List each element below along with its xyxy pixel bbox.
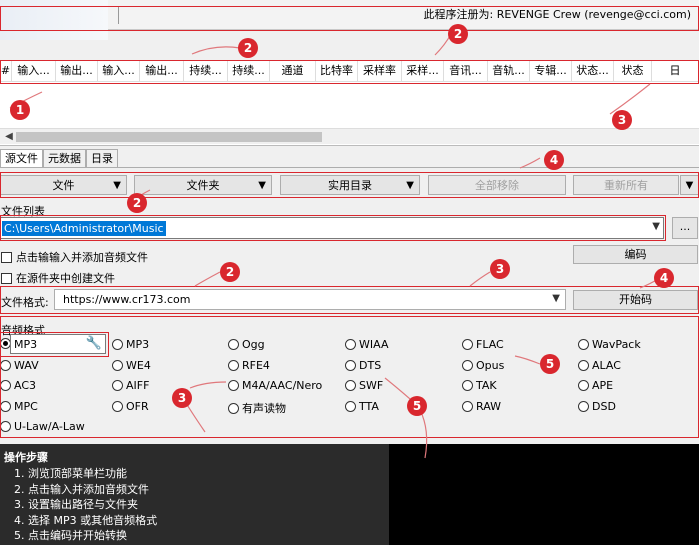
instruction-step: 4. 选择 MP3 或其他音频格式 <box>14 513 158 527</box>
tab-metadata[interactable]: 元数据 <box>43 149 86 167</box>
annotation-badge: 1 <box>10 100 30 120</box>
annotation-box-audio-formats <box>0 316 699 438</box>
annotation-badge: 2 <box>127 193 147 213</box>
instructions-panel: 操作步骤 1. 浏览顶部菜单栏功能 2. 点击输入并添加音频文件 3. 设置输出… <box>0 444 389 545</box>
tab-divider <box>0 167 699 168</box>
create-in-source-option[interactable]: 在源件夹中创建文件 <box>1 270 115 286</box>
annotation-box-title <box>0 6 699 31</box>
browse-button[interactable]: ... <box>672 217 698 239</box>
annotation-badge: 5 <box>407 396 427 416</box>
annotation-badge: 3 <box>172 388 192 408</box>
instruction-step: 3. 设置输出路径与文件夹 <box>14 498 138 511</box>
add-on-click-option[interactable]: 点击输输入并添加音频文件 <box>1 249 148 265</box>
annotation-badge: 3 <box>612 110 632 130</box>
annotation-box-buttons <box>0 172 699 198</box>
annotation-box-columns <box>0 60 699 84</box>
tab-source-files[interactable]: 源文件 <box>0 149 43 168</box>
dark-panel <box>389 444 699 545</box>
instruction-step: 5. 点击编码并开始转换 <box>14 529 127 542</box>
scrollbar-thumb[interactable] <box>16 132 322 142</box>
annotation-badge: 2 <box>220 262 240 282</box>
annotation-badge: 4 <box>544 150 564 170</box>
encode-button[interactable]: 编码 <box>573 245 698 264</box>
instructions-title: 操作步骤 <box>4 451 48 464</box>
annotation-box-format <box>0 286 699 314</box>
create-in-source-label: 在源件夹中创建文件 <box>16 272 115 285</box>
tab-bar: 源文件 元数据 日录 <box>0 149 118 168</box>
horizontal-scrollbar[interactable]: ◀ <box>0 128 699 144</box>
checkbox[interactable] <box>1 272 12 284</box>
annotation-badge: 2 <box>448 24 468 44</box>
checkbox[interactable] <box>1 251 12 263</box>
add-on-click-label: 点击输输入并添加音频文件 <box>16 251 148 264</box>
annotation-badge: 3 <box>490 259 510 279</box>
annotation-badge: 5 <box>540 354 560 374</box>
scroll-left-icon[interactable]: ◀ <box>2 129 16 145</box>
annotation-badge: 2 <box>238 38 258 58</box>
annotation-badge: 4 <box>654 268 674 288</box>
annotation-box-path <box>0 215 666 241</box>
instruction-step: 1. 浏览顶部菜单栏功能 <box>14 467 127 480</box>
instruction-step: 2. 点击输入并添加音频文件 <box>14 482 149 496</box>
tab-directory[interactable]: 日录 <box>86 149 118 167</box>
